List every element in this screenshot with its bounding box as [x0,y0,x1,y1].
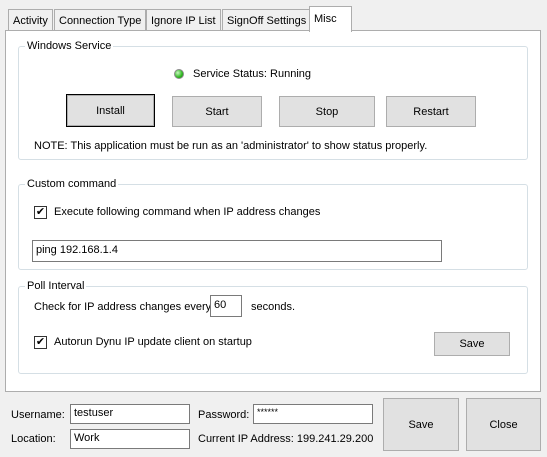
location-input[interactable]: Work [70,429,190,449]
password-value: ****** [257,407,279,417]
start-button[interactable]: Start [172,96,262,127]
username-label: Username: [11,409,65,421]
tab-connection-type[interactable]: Connection Type [54,9,147,31]
button-label: Save [459,338,485,350]
command-value: ping 192.168.1.4 [36,244,118,256]
group-title: Custom command [25,177,119,191]
username-value: testuser [74,407,114,419]
current-ip-label: Current IP Address: 199.241.29.200 [198,433,374,445]
location-value: Work [74,432,100,444]
button-label: Stop [315,105,339,118]
poll-interval-group: Poll Interval Check for IP address chang… [18,279,528,374]
button-label: Save [408,418,434,431]
tab-label: Ignore IP List [151,15,216,27]
tab-ignore-ip-list[interactable]: Ignore IP List [146,9,221,31]
button-label: Close [489,418,518,431]
status-indicator-icon [174,69,184,79]
tab-label: Connection Type [59,15,142,27]
poll-interval-input[interactable]: 60 [210,295,242,317]
custom-command-group: Custom command ✔ Execute following comma… [18,177,528,270]
execute-command-checkbox[interactable]: ✔ [34,206,47,219]
tab-label: SignOff Settings [227,15,307,27]
misc-tab-panel: Windows Service Service Status: Running … [5,30,541,392]
poll-interval-prefix: Check for IP address changes every [34,301,212,313]
location-label: Location: [11,433,56,445]
command-input[interactable]: ping 192.168.1.4 [32,240,442,262]
poll-interval-value: 60 [214,299,227,311]
tab-misc[interactable]: Misc [309,6,352,32]
tab-activity[interactable]: Activity [8,9,53,31]
tab-label: Misc [314,13,337,25]
stop-button[interactable]: Stop [279,96,375,127]
password-label: Password: [198,409,250,421]
tab-signoff-settings[interactable]: SignOff Settings [222,9,312,31]
footer-save-button[interactable]: Save [383,398,459,451]
button-label: Install [96,104,125,117]
poll-save-button[interactable]: Save [434,332,510,356]
password-input[interactable]: ****** [253,404,373,424]
install-button[interactable]: Install [66,94,155,127]
windows-service-group: Windows Service Service Status: Running … [18,39,528,160]
service-status-text: Service Status: Running [193,68,312,80]
admin-note: NOTE: This application must be run as an… [34,140,428,152]
autorun-checkbox[interactable]: ✔ [34,336,47,349]
group-title: Poll Interval [25,279,87,293]
group-title: Windows Service [25,39,114,53]
button-label: Start [205,105,229,118]
poll-interval-suffix: seconds. [251,301,296,313]
execute-command-label: Execute following command when IP addres… [54,206,321,218]
autorun-label: Autorun Dynu IP update client on startup [54,336,252,348]
button-label: Restart [413,105,449,118]
username-input[interactable]: testuser [70,404,190,424]
close-button[interactable]: Close [466,398,541,451]
tab-label: Activity [13,15,48,27]
restart-button[interactable]: Restart [386,96,476,127]
